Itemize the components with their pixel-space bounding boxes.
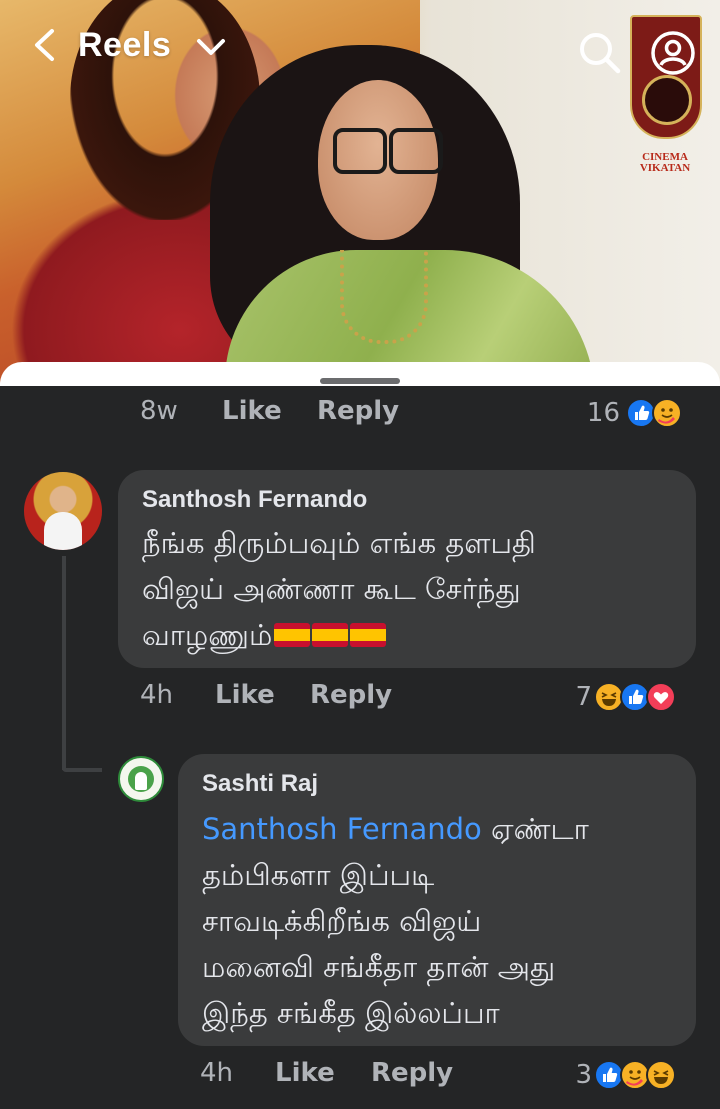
reels-title[interactable]: Reels	[78, 26, 171, 65]
speaker-glasses	[333, 128, 443, 174]
comment-meta-row: 4h Like Reply 7	[0, 680, 720, 720]
speaker-necklace	[340, 250, 428, 344]
spain-flag-icon	[312, 623, 349, 647]
care-icon	[652, 398, 682, 428]
search-icon[interactable]	[575, 28, 625, 78]
back-chevron-icon[interactable]	[28, 28, 62, 62]
comment-time: 4h	[200, 1058, 234, 1088]
haha-icon	[646, 1060, 676, 1090]
profile-icon[interactable]	[648, 28, 698, 78]
comment-time: 4h	[140, 680, 174, 710]
reel-video[interactable]: CINEMA VIKATAN Reels	[0, 0, 720, 385]
thread-line-branch	[62, 768, 102, 772]
love-icon	[646, 682, 676, 712]
reaction-count[interactable]: 7	[552, 682, 592, 712]
thread-line	[62, 556, 66, 770]
chevron-down-icon[interactable]	[193, 36, 229, 58]
reply-link[interactable]: Reply	[310, 680, 392, 710]
comment-bubble[interactable]: Sashti Raj Santhosh Fernando ஏண்டா தம்பி…	[178, 754, 696, 1046]
mention-link[interactable]: Santhosh Fernando	[202, 812, 482, 846]
reels-top-bar: Reels	[0, 0, 720, 100]
reaction-count[interactable]: 16	[570, 398, 620, 428]
comment-body-continued: தம்பிகளா இப்படி சாவடிக்கிறீங்க விஜய் மனை…	[202, 858, 556, 1030]
comment-author[interactable]: Sashti Raj	[202, 770, 318, 798]
avatar[interactable]	[24, 472, 102, 550]
like-link[interactable]: Like	[222, 396, 282, 426]
spain-flag-icon	[350, 623, 387, 647]
comment-text: Santhosh Fernando ஏண்டா தம்பிகளா இப்படி …	[202, 806, 682, 1036]
comment-meta-row: 8w Like Reply 16	[0, 396, 720, 436]
comment-time: 8w	[140, 396, 178, 426]
comment-meta-row: 4h Like Reply 3	[0, 1058, 720, 1098]
comment-bubble[interactable]: Santhosh Fernando நீங்க திரும்பவும் எங்க…	[118, 470, 696, 668]
reaction-count[interactable]: 3	[552, 1060, 592, 1090]
comment-text: நீங்க திரும்பவும் எங்க தளபதி விஜய் அண்ணா…	[142, 520, 682, 658]
drag-handle[interactable]	[320, 378, 400, 384]
comment-author[interactable]: Santhosh Fernando	[142, 486, 367, 514]
channel-logo-text: CINEMA VIKATAN	[639, 151, 691, 174]
like-link[interactable]: Like	[275, 1058, 335, 1088]
spain-flag-icon	[274, 623, 311, 647]
reply-link[interactable]: Reply	[371, 1058, 453, 1088]
reply-link[interactable]: Reply	[317, 396, 399, 426]
avatar[interactable]	[118, 756, 164, 802]
like-link[interactable]: Like	[215, 680, 275, 710]
comment-body: ஏண்டா	[481, 812, 589, 846]
